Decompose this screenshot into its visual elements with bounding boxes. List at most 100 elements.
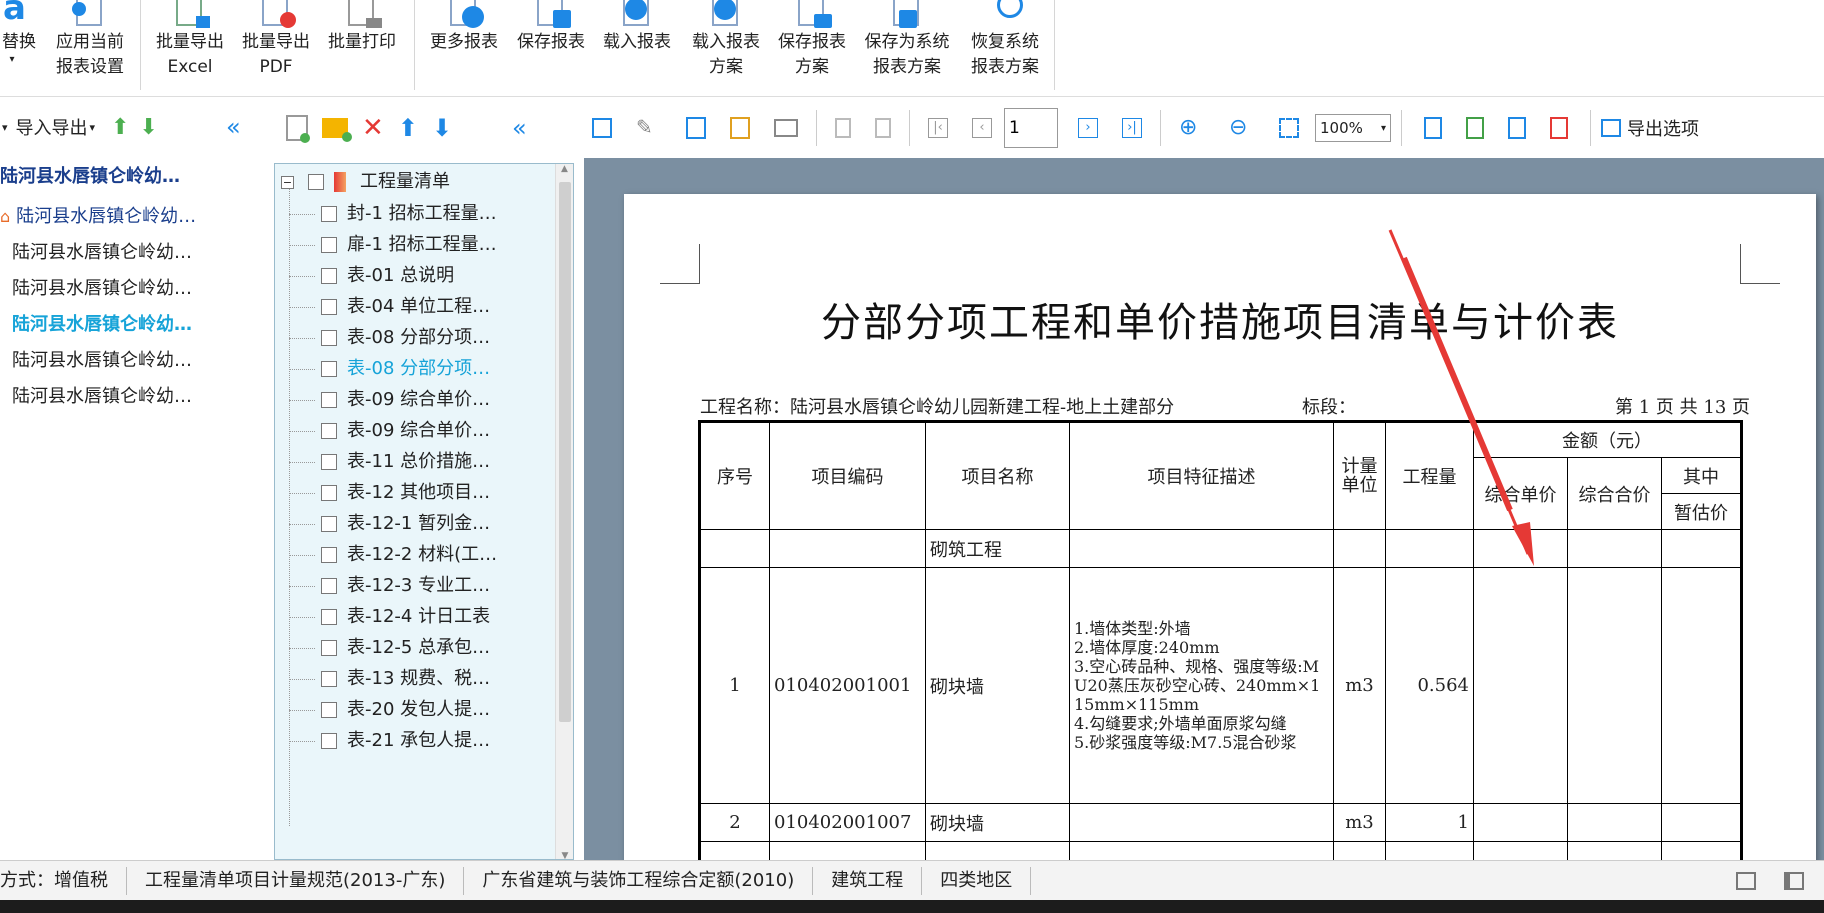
import-export-menu[interactable]: 导入导出 bbox=[16, 114, 88, 140]
tree-guide-line bbox=[289, 276, 315, 277]
move-down-icon[interactable]: ⬇ bbox=[140, 115, 158, 140]
save-report-scheme-button[interactable]: 保存报表 方案 bbox=[769, 0, 855, 92]
page-setup-icon[interactable] bbox=[686, 117, 706, 139]
move-up-icon[interactable]: ⬆ bbox=[111, 115, 129, 140]
status-quota[interactable]: 广东省建筑与装饰工程综合定额(2010) bbox=[464, 866, 814, 895]
checkbox[interactable] bbox=[321, 206, 337, 222]
checkbox[interactable] bbox=[321, 268, 337, 284]
save-report-button[interactable]: 保存报表 bbox=[511, 0, 591, 92]
next-page-icon[interactable]: › bbox=[1078, 118, 1098, 138]
tree-item-label: 表-13 规费、税… bbox=[347, 668, 491, 689]
zoom-select[interactable]: 100% ▾ bbox=[1315, 114, 1391, 142]
single-page-icon[interactable] bbox=[835, 118, 851, 138]
checkbox[interactable] bbox=[321, 237, 337, 253]
tree-item[interactable]: 表-21 承包人提… bbox=[321, 723, 490, 759]
edit-report-icon[interactable] bbox=[730, 117, 750, 139]
tree-scrollbar[interactable]: ▲ ▼ bbox=[555, 164, 573, 859]
checkbox[interactable] bbox=[321, 392, 337, 408]
zoom-out-icon[interactable]: ⊖ bbox=[1229, 115, 1255, 141]
checkbox[interactable] bbox=[308, 174, 324, 190]
tree-item-label: 表-12 其他项目… bbox=[347, 482, 491, 503]
load-report-scheme-button[interactable]: 载入报表 方案 bbox=[683, 0, 769, 92]
scroll-up-icon[interactable]: ▲ bbox=[556, 164, 573, 174]
col-header-desc: 项目特征描述 bbox=[1069, 421, 1334, 530]
toolbar-separator bbox=[816, 110, 817, 146]
restore-system-scheme-button[interactable]: 恢复系统 报表方案 bbox=[960, 0, 1050, 92]
design-icon[interactable]: ✎ bbox=[636, 115, 662, 141]
save-as-system-scheme-button[interactable]: 保存为系统 报表方案 bbox=[858, 0, 956, 92]
checkbox[interactable] bbox=[321, 671, 337, 687]
checkbox[interactable] bbox=[321, 454, 337, 470]
nav-item-unit[interactable]: 陆河县水唇镇仑岭幼… bbox=[12, 380, 192, 414]
nav-item-project[interactable]: 陆河县水唇镇仑岭幼… bbox=[0, 160, 180, 194]
collapse-box-icon[interactable]: − bbox=[281, 175, 294, 189]
checkbox[interactable] bbox=[321, 423, 337, 439]
move-up-icon[interactable]: ⬆ bbox=[398, 114, 418, 142]
checkbox[interactable] bbox=[321, 299, 337, 315]
new-folder-icon[interactable] bbox=[322, 118, 352, 142]
edit-icon[interactable] bbox=[592, 118, 612, 138]
status-region[interactable]: 四类地区 bbox=[922, 866, 1032, 895]
scroll-thumb[interactable] bbox=[559, 182, 571, 722]
multi-page-icon[interactable] bbox=[875, 118, 891, 138]
export-pdf-icon[interactable] bbox=[1550, 117, 1568, 139]
checkbox[interactable] bbox=[321, 547, 337, 563]
fit-page-icon[interactable] bbox=[1279, 118, 1299, 138]
collapse-left-icon[interactable]: « bbox=[226, 113, 241, 141]
grid-view-icon[interactable] bbox=[1784, 871, 1804, 890]
nav-item-unit[interactable]: 陆河县水唇镇仑岭幼… bbox=[12, 272, 192, 306]
new-report-icon[interactable] bbox=[286, 115, 310, 143]
export-word-icon[interactable] bbox=[1466, 117, 1484, 139]
apply-report-settings-button[interactable]: 应用当前 报表设置 bbox=[50, 0, 130, 92]
checkbox[interactable] bbox=[321, 733, 337, 749]
export-options-button[interactable]: 导出选项 bbox=[1601, 115, 1699, 141]
status-spec[interactable]: 工程量清单项目计量规范(2013-广东) bbox=[127, 866, 465, 895]
load-report-button[interactable]: 载入报表 bbox=[597, 0, 677, 92]
tree-guide-line bbox=[289, 369, 315, 370]
checkbox[interactable] bbox=[321, 361, 337, 377]
prev-page-icon[interactable]: ‹ bbox=[972, 118, 992, 138]
print-icon[interactable] bbox=[774, 119, 798, 137]
first-page-icon[interactable]: |‹ bbox=[928, 118, 948, 138]
checkbox[interactable] bbox=[321, 516, 337, 532]
tree-item-label: 表-11 总价措施… bbox=[347, 451, 491, 472]
export-image-icon[interactable] bbox=[1508, 117, 1526, 139]
collapse-tree-icon[interactable]: « bbox=[512, 114, 527, 142]
load-scheme-icon bbox=[704, 0, 748, 30]
tree-item-label: 表-20 发包人提… bbox=[347, 699, 491, 720]
checkbox[interactable] bbox=[321, 485, 337, 501]
move-down-icon[interactable]: ⬇ bbox=[432, 114, 452, 142]
batch-export-excel-button[interactable]: 批量导出 Excel bbox=[150, 0, 230, 92]
export-excel-icon[interactable] bbox=[1424, 117, 1442, 139]
delete-icon[interactable]: ✕ bbox=[362, 113, 384, 143]
dropdown-arrow-icon[interactable]: ▾ bbox=[2, 121, 8, 134]
checkbox[interactable] bbox=[321, 578, 337, 594]
page-number-input[interactable] bbox=[1004, 108, 1058, 148]
batch-print-button[interactable]: 批量打印 bbox=[322, 0, 402, 92]
tree-root[interactable]: − 工程量清单 bbox=[281, 164, 450, 200]
restore-clock-icon bbox=[983, 0, 1027, 30]
checkbox[interactable] bbox=[321, 609, 337, 625]
checkbox[interactable] bbox=[321, 330, 337, 346]
tree-item-label: 表-08 分部分项… bbox=[347, 358, 491, 379]
nav-item-unit[interactable]: 陆河县水唇镇仑岭幼… bbox=[12, 236, 192, 270]
tree-item-label: 表-08 分部分项… bbox=[347, 327, 491, 348]
nav-item-single[interactable]: ⌂ 陆河县水唇镇仑岭幼… bbox=[0, 200, 196, 234]
checkbox[interactable] bbox=[321, 702, 337, 718]
toolbar-separator bbox=[909, 110, 910, 146]
nav-item-unit[interactable]: 陆河县水唇镇仑岭幼… bbox=[12, 344, 192, 378]
chevron-down-icon[interactable]: ▾ bbox=[90, 121, 96, 134]
replace-button[interactable]: a 替换 ▾ bbox=[0, 0, 44, 92]
view-mode-icon[interactable] bbox=[1736, 871, 1756, 890]
save-scheme-icon bbox=[790, 0, 834, 30]
checkbox[interactable] bbox=[321, 640, 337, 656]
zoom-in-icon[interactable]: ⊕ bbox=[1179, 115, 1205, 141]
more-reports-button[interactable]: 更多报表 bbox=[424, 0, 504, 92]
nav-item-unit-selected[interactable]: 陆河县水唇镇仑岭幼… bbox=[12, 308, 192, 342]
row-seq: 2 bbox=[699, 803, 770, 842]
scroll-down-icon[interactable]: ▼ bbox=[556, 851, 573, 859]
batch-export-pdf-button[interactable]: 批量导出 PDF bbox=[236, 0, 316, 92]
status-project-type[interactable]: 建筑工程 bbox=[813, 866, 923, 895]
tree-guide-line bbox=[289, 586, 315, 587]
last-page-icon[interactable]: ›| bbox=[1122, 118, 1142, 138]
